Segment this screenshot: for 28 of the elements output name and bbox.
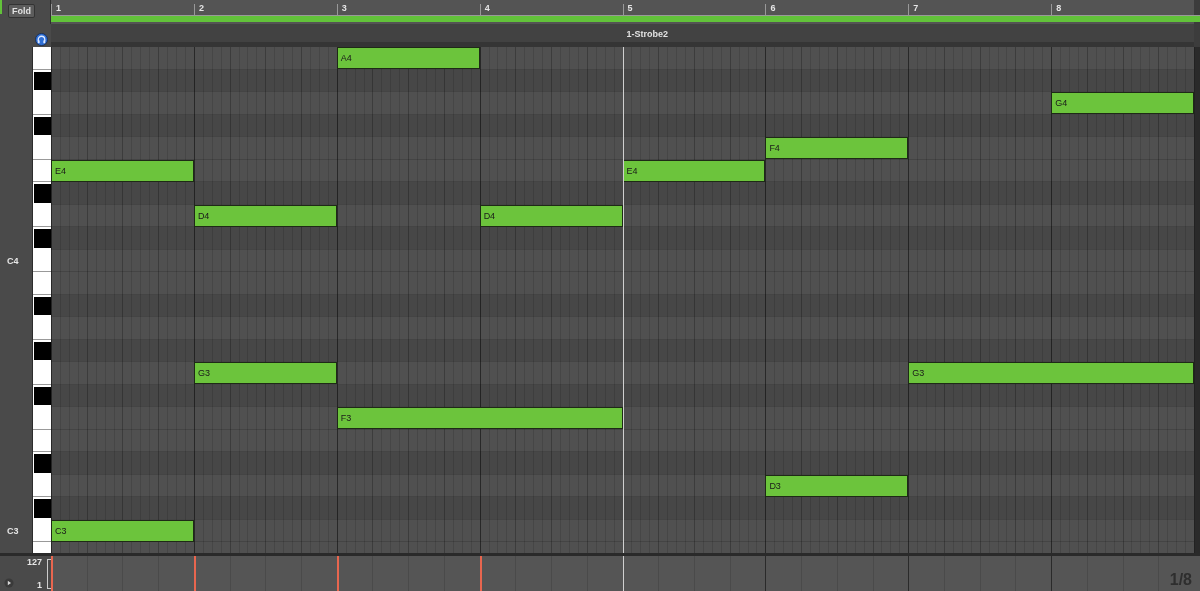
sharp-piano-key[interactable]: [33, 69, 51, 92]
sharp-piano-key[interactable]: [33, 384, 51, 407]
velocity-marker[interactable]: [51, 556, 53, 591]
sharp-piano-key[interactable]: [33, 182, 51, 205]
midi-note[interactable]: G3: [908, 362, 1194, 384]
play-icon[interactable]: [4, 578, 14, 588]
midi-note[interactable]: D3: [765, 474, 909, 497]
headphones-icon[interactable]: [35, 33, 48, 46]
octave-label: C3: [6, 525, 19, 536]
velocity-marker[interactable]: [479, 556, 482, 591]
clip-name: 1-Strobe2: [625, 29, 668, 39]
velocity-marker[interactable]: [193, 556, 196, 591]
velocity-min-label: 1: [37, 580, 42, 590]
fold-button[interactable]: Fold: [8, 4, 35, 18]
velocity-marker[interactable]: [336, 556, 339, 591]
midi-note[interactable]: F4: [765, 137, 909, 159]
midi-note[interactable]: D4: [479, 204, 623, 227]
sharp-piano-key[interactable]: [33, 294, 51, 317]
sharp-piano-key[interactable]: [33, 452, 51, 475]
midi-note[interactable]: G3: [193, 362, 337, 384]
octave-label: C4: [6, 255, 19, 266]
midi-note[interactable]: D4: [193, 204, 337, 227]
sharp-piano-key[interactable]: [33, 497, 51, 520]
sharp-piano-key[interactable]: [33, 114, 51, 137]
midi-note[interactable]: A4: [336, 47, 480, 69]
sharp-piano-key[interactable]: [33, 227, 51, 250]
velocity-max-label: 127: [26, 557, 42, 567]
sharp-piano-key[interactable]: [33, 339, 51, 362]
